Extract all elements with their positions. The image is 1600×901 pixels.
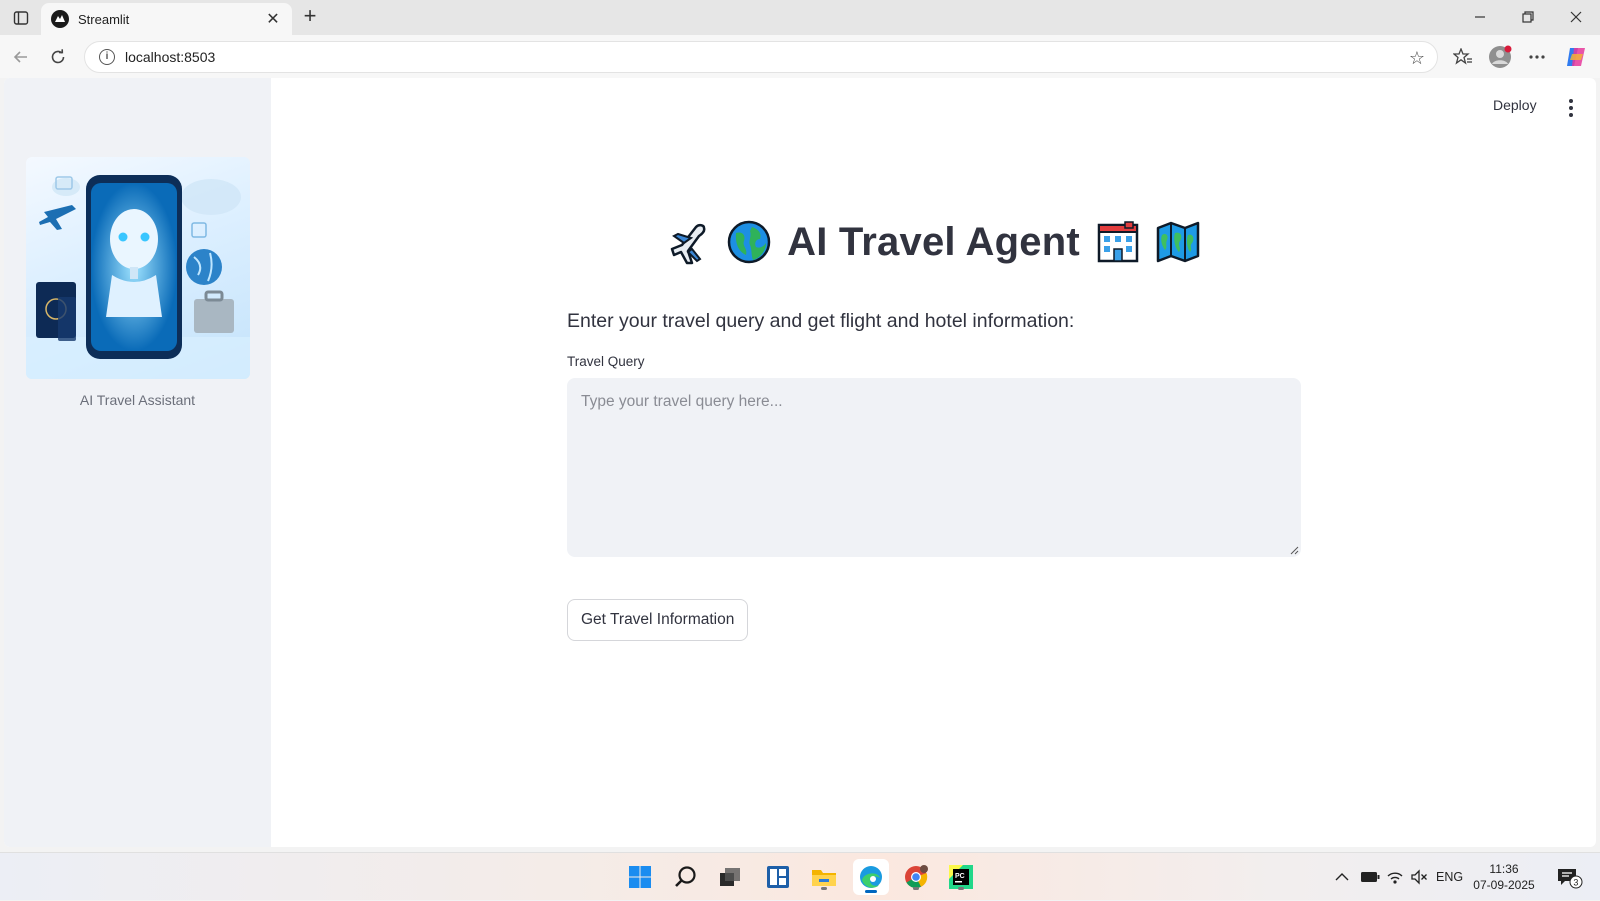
- widgets-icon[interactable]: [762, 861, 794, 893]
- page-title: AI Travel Agent: [271, 216, 1596, 268]
- input-language[interactable]: ENG: [1436, 853, 1463, 901]
- file-explorer-icon[interactable]: [808, 861, 840, 893]
- main-menu-icon[interactable]: [1561, 96, 1581, 120]
- clock-date: 07-09-2025: [1473, 878, 1535, 892]
- clock-time: 11:36: [1489, 862, 1519, 876]
- site-info-icon[interactable]: i: [99, 49, 115, 65]
- deploy-button[interactable]: Deploy: [1493, 97, 1537, 119]
- running-indicator: [821, 887, 827, 890]
- tab-close-icon[interactable]: ✕: [264, 9, 282, 29]
- get-travel-information-button[interactable]: Get Travel Information: [567, 599, 749, 641]
- close-window-icon[interactable]: [1561, 6, 1591, 28]
- profile-avatar-icon[interactable]: [1487, 44, 1513, 70]
- sidebar: AI Travel Assistant: [4, 78, 271, 847]
- back-icon[interactable]: [8, 44, 34, 70]
- sidebar-image-caption: AI Travel Assistant: [79, 392, 196, 408]
- title-text: AI Travel Agent: [787, 219, 1080, 264]
- task-view-icon[interactable]: [714, 861, 746, 893]
- chrome-icon[interactable]: [900, 861, 932, 893]
- refresh-icon[interactable]: [45, 44, 71, 70]
- battery-icon[interactable]: [1360, 853, 1380, 901]
- main-content: Deploy AI Travel Agent Enter your travel…: [271, 78, 1596, 847]
- running-indicator: [958, 887, 964, 890]
- favorite-star-icon[interactable]: ☆: [1409, 48, 1425, 69]
- system-clock[interactable]: 11:36 07-09-2025: [1468, 861, 1540, 893]
- restore-icon[interactable]: [1513, 6, 1543, 28]
- address-bar[interactable]: i localhost:8503 ☆: [84, 41, 1438, 73]
- search-icon[interactable]: [670, 861, 702, 893]
- app-viewport: AI Travel Assistant Deploy AI Travel Age…: [4, 78, 1596, 847]
- url-text: localhost:8503: [125, 49, 216, 65]
- taskbar: PC ENG 11:36 07-09-2025 3: [0, 852, 1600, 900]
- airplane-icon: [670, 223, 706, 265]
- notification-count: 3: [1573, 878, 1578, 888]
- volume-muted-icon[interactable]: [1410, 853, 1428, 901]
- notifications-icon[interactable]: 3: [1555, 853, 1583, 901]
- show-hidden-icons-icon[interactable]: [1335, 853, 1349, 901]
- travel-query-label: Travel Query: [567, 354, 645, 369]
- map-icon: [1156, 221, 1200, 263]
- browser-tab-active[interactable]: Streamlit ✕: [41, 3, 292, 35]
- travel-query-input[interactable]: [567, 378, 1301, 557]
- edge-icon[interactable]: [853, 859, 889, 895]
- ai-travel-assistant-image: [26, 157, 250, 379]
- streamlit-favicon-icon: [51, 10, 69, 28]
- page-subheader: Enter your travel query and get flight a…: [567, 310, 1075, 332]
- tab-actions-icon[interactable]: [10, 7, 32, 29]
- start-icon[interactable]: [624, 861, 656, 893]
- browser-toolbar: i localhost:8503 ☆: [0, 35, 1600, 78]
- copilot-icon[interactable]: [1563, 44, 1589, 70]
- active-app-indicator: [865, 890, 877, 893]
- pycharm-icon[interactable]: PC: [945, 861, 977, 893]
- more-options-icon[interactable]: [1524, 44, 1550, 70]
- hotel-icon: [1097, 221, 1139, 263]
- new-tab-icon[interactable]: +: [298, 5, 322, 29]
- tab-title: Streamlit: [78, 11, 130, 27]
- running-indicator: [913, 887, 919, 890]
- globe-icon: [727, 220, 771, 264]
- wifi-icon[interactable]: [1386, 853, 1404, 901]
- favorites-icon[interactable]: [1450, 44, 1476, 70]
- browser-tab-bar: Streamlit ✕ +: [0, 0, 1600, 35]
- resize-handle-icon[interactable]: [1290, 546, 1299, 555]
- svg-text:PC: PC: [955, 873, 965, 880]
- minimize-icon[interactable]: [1465, 6, 1495, 28]
